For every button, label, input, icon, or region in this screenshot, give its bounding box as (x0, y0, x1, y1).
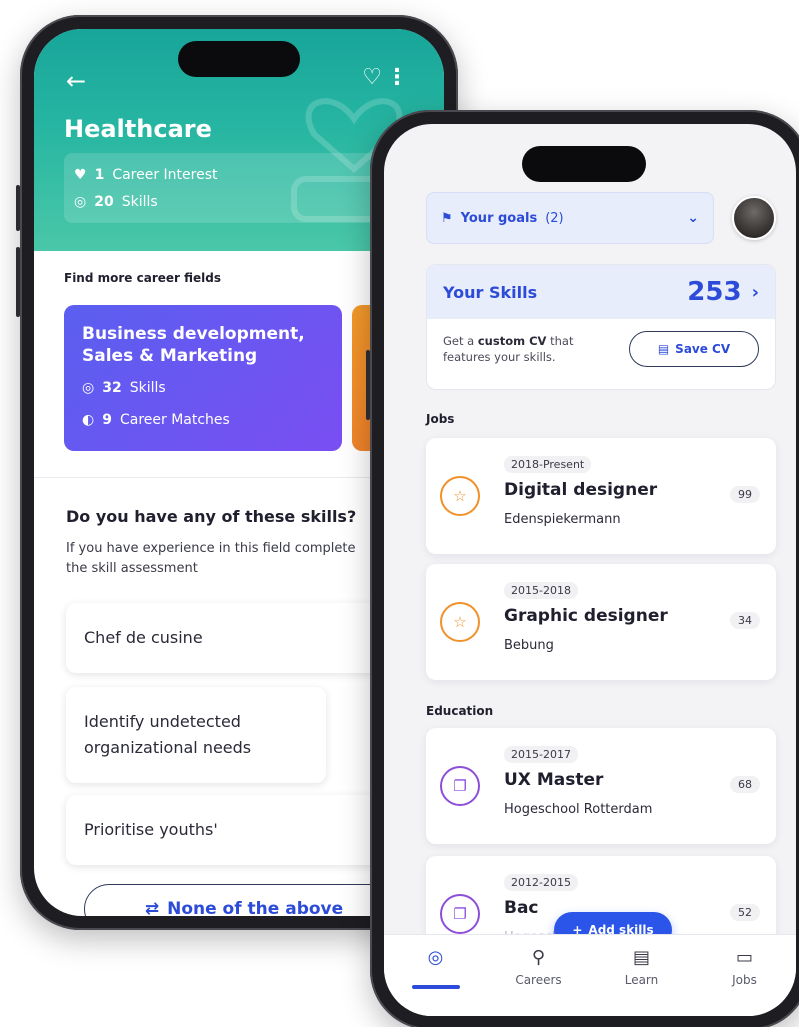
swap-arrows-icon: ⇄ (144, 899, 160, 916)
page-title: Healthcare (64, 115, 212, 143)
more-menu-icon[interactable]: ⋮ (386, 65, 408, 90)
document-icon: ▤ (632, 947, 650, 968)
briefcase-icon: ▭ (735, 947, 753, 968)
skill-option[interactable]: Identify undetected organizational needs (66, 687, 326, 783)
goals-dropdown[interactable]: ⚑ Your goals (2) ⌄ (426, 192, 714, 244)
tab-jobs[interactable]: ▭ Jobs (693, 935, 796, 1016)
skill-count-badge: 68 (730, 776, 760, 793)
skill-count-badge: 34 (730, 612, 760, 629)
career-field-title: Business development, Sales & Marketing (82, 324, 305, 366)
job-entry[interactable]: ☆ 2015-2018 Graphic designer Bebung 34 (426, 564, 776, 680)
book-icon: ❐ (440, 894, 480, 934)
career-field-skills: ◎ 32 Skills (82, 380, 166, 396)
signpost-icon: ⚲ (531, 947, 546, 968)
book-icon: ❐ (440, 766, 480, 806)
profile-skills-icon: ◎ (427, 947, 444, 968)
star-icon: ☆ (440, 602, 480, 642)
skills-count: 253 (687, 277, 742, 307)
skills-badge-icon: ◎ (74, 193, 87, 210)
chevron-right-icon: › (751, 281, 759, 303)
skills-question-title: Do you have any of these skills? (66, 507, 357, 526)
skill-count-badge: 99 (730, 486, 760, 503)
find-more-heading: Find more career fields (64, 271, 221, 285)
tab-learn[interactable]: ▤ Learn (590, 935, 693, 1016)
career-field-matches: ◐ 9 Career Matches (82, 412, 230, 428)
heart-icon: ♥ (74, 166, 87, 183)
your-skills-header[interactable]: Your Skills 253 › (427, 265, 775, 319)
bottom-tab-bar: ◎ ⚲ Careers ▤ Learn ▭ Jobs (384, 934, 796, 1016)
jobs-section-label: Jobs (426, 412, 455, 426)
your-skills-card: Your Skills 253 › Get a custom CV that f… (426, 264, 776, 390)
goals-flag-icon: ⚑ (441, 210, 453, 226)
career-field-card[interactable]: Business development, Sales & Marketing … (64, 305, 342, 451)
dynamic-island (178, 41, 300, 77)
education-entry[interactable]: ❐ 2015-2017 UX Master Hogeschool Rotterd… (426, 728, 776, 844)
skill-count-badge: 52 (730, 904, 760, 921)
avatar[interactable] (732, 196, 776, 240)
back-arrow-icon[interactable]: ← (66, 67, 86, 95)
skills-badge-icon: ◎ (82, 380, 95, 396)
phone-profile: ⚑ Your goals (2) ⌄ Your Skills 253 › Get… (366, 110, 799, 1027)
document-save-icon: ▤ (657, 342, 670, 356)
education-section-label: Education (426, 704, 494, 718)
tab-skills[interactable]: ◎ (384, 935, 487, 1016)
job-entry[interactable]: ☆ 2018-Present Digital designer Edenspie… (426, 438, 776, 554)
star-icon: ☆ (440, 476, 480, 516)
active-tab-indicator (411, 985, 460, 989)
skills-stat: ◎ 20 Skills (74, 193, 158, 210)
skills-question-subtitle: If you have experience in this field com… (66, 541, 356, 576)
dynamic-island (522, 146, 646, 182)
save-cv-button[interactable]: ▤ Save CV (629, 331, 759, 367)
career-interest-stat: ♥ 1 Career Interest (74, 166, 218, 183)
profile-screen: ⚑ Your goals (2) ⌄ Your Skills 253 › Get… (384, 124, 796, 1016)
favorite-heart-icon[interactable]: ♡ (362, 65, 382, 90)
custom-cv-text: Get a custom CV that features your skill… (443, 334, 574, 364)
custom-cv-row: Get a custom CV that features your skill… (427, 319, 775, 379)
match-circles-icon: ◐ (82, 412, 95, 428)
tab-careers[interactable]: ⚲ Careers (487, 935, 590, 1016)
chevron-down-icon: ⌄ (687, 210, 699, 226)
none-of-the-above-button[interactable]: ⇄ None of the above (84, 884, 404, 916)
career-stats: ♥ 1 Career Interest ◎ 20 Skills (64, 153, 384, 223)
